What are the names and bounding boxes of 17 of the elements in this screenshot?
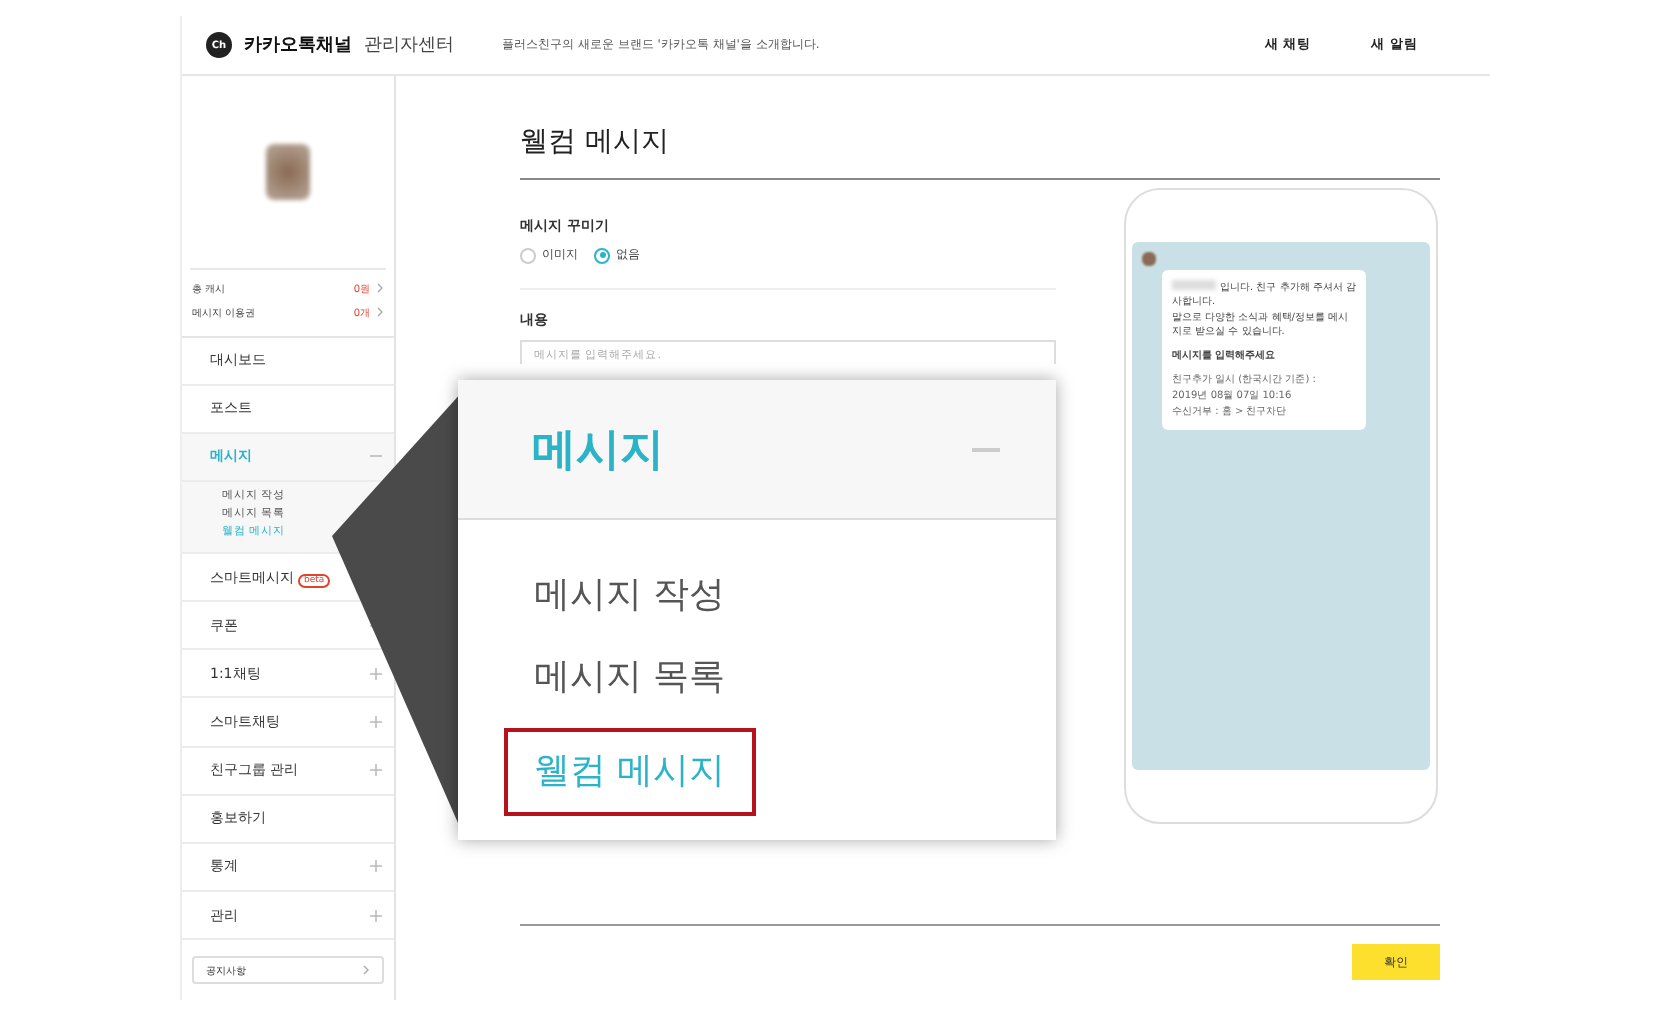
brand-name: 카카오톡채널 [244, 34, 352, 58]
profile-avatar [266, 143, 310, 200]
callout-title: 메시지 [532, 423, 664, 479]
callout-item: 웰컴 메시지 [504, 728, 756, 816]
plus-icon [370, 764, 382, 777]
minus-icon [370, 450, 382, 463]
page-title: 웰컴 메시지 [520, 116, 1440, 180]
brand-suffix: 관리자센터 [364, 34, 454, 58]
chevron-right-icon [362, 964, 370, 976]
minus-icon [972, 447, 1000, 451]
sender-avatar [1142, 252, 1156, 266]
callout-item: 메시지 목록 [534, 654, 726, 702]
callout-item: 메시지 작성 [534, 572, 726, 620]
plus-icon [370, 860, 382, 873]
plus-icon [370, 667, 382, 680]
plus-icon [370, 909, 382, 922]
plus-icon [370, 715, 382, 728]
